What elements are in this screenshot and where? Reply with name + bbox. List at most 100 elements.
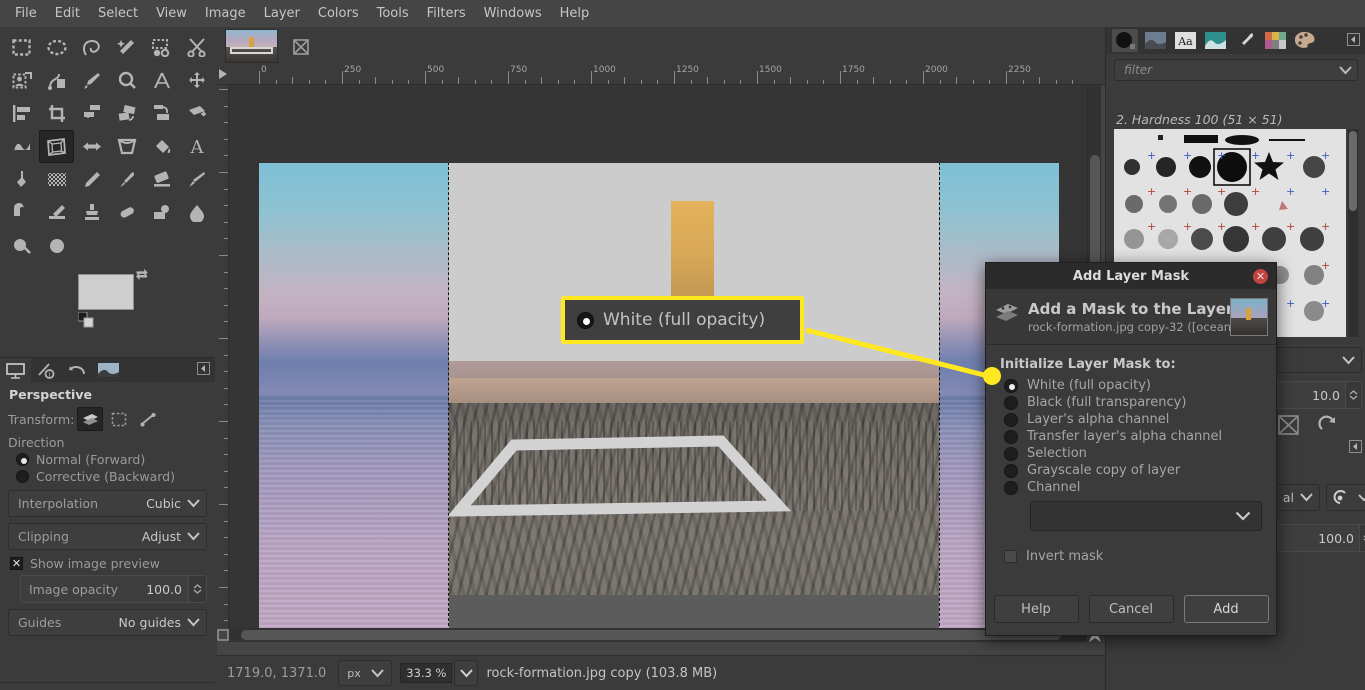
layer-opacity-spinner[interactable]: 100.0 [1266,524,1365,552]
brush-grid-scrollbar[interactable] [1348,129,1358,337]
radio-grayscale-copy[interactable] [1004,463,1018,478]
clipping-dropdown[interactable]: Clipping Adjust [8,523,207,550]
transform-3d-tool-icon[interactable] [179,97,214,130]
tab-images[interactable] [93,358,124,383]
stamp-tool-icon[interactable] [74,196,109,229]
menu-item-file[interactable]: File [6,2,46,25]
smudge-tool-icon[interactable] [39,196,74,229]
radio-selection[interactable] [1004,446,1018,461]
tab-undo-history[interactable] [62,358,93,383]
airbrush-tool-icon[interactable] [179,163,214,196]
zoom-tool-icon[interactable] [109,64,144,97]
help-button[interactable]: Help [993,595,1079,623]
tab-palettes[interactable] [1262,29,1288,52]
zoom-dropdown-button[interactable] [454,660,479,686]
foreground-select-tool-icon[interactable] [4,64,39,97]
transform-path-button[interactable] [135,407,161,431]
collapse-layers-dock-icon[interactable] [1349,440,1362,456]
image-opacity-stepper[interactable] [188,576,206,602]
menu-item-windows[interactable]: Windows [475,2,551,25]
mask-option-grayscale[interactable]: Grayscale copy of layer [1004,463,1262,478]
zoom-value-field[interactable]: 33.3 % [400,663,453,683]
shear-tool-icon[interactable] [144,97,179,130]
heal-tool-icon[interactable] [109,196,144,229]
add-layer-mask-dialog[interactable]: Add Layer Mask ✕ Add a Mask to the Layer… [985,262,1277,636]
cancel-button[interactable]: Cancel [1088,595,1174,623]
unit-dropdown[interactable]: px [338,660,393,686]
scale-tool-icon[interactable] [109,97,144,130]
layer-blend-space-dropdown[interactable] [1326,484,1365,511]
ellipse-select-tool-icon[interactable] [39,31,74,64]
image-opacity-spinner[interactable]: Image opacity 100.0 [20,575,207,603]
direction-normal-option[interactable]: Normal (Forward) [16,452,207,467]
tab-fonts[interactable]: Aa [1172,29,1198,52]
radio-channel[interactable] [1004,480,1018,495]
close-icon[interactable]: ✕ [1253,269,1268,284]
measure-tool-icon[interactable] [144,64,179,97]
rotate-tool-icon[interactable] [74,97,109,130]
transform-layer-button[interactable] [77,407,104,431]
tab-brushes[interactable] [1112,29,1138,52]
move-tool-icon[interactable] [179,64,214,97]
brush-secondary-dropdown[interactable] [1266,347,1362,373]
menu-item-select[interactable]: Select [89,2,147,25]
paths-tool-icon[interactable] [39,64,74,97]
fuzzy-select-tool-icon[interactable] [109,31,144,64]
radio-normal-forward[interactable] [16,453,29,466]
brush-spacing-spinner[interactable]: 10.0 [1266,381,1362,409]
transform-selection-button[interactable] [106,407,132,431]
menu-item-help[interactable]: Help [551,2,599,25]
channel-select-dropdown[interactable] [1030,501,1262,531]
paintbrush-tool-icon[interactable] [109,163,144,196]
ink-tool-icon[interactable] [4,163,39,196]
invert-mask-checkbox[interactable] [1004,550,1017,563]
radio-black-full-transparency[interactable] [1004,395,1018,410]
layer-opacity-stepper[interactable] [1359,525,1365,551]
direction-corrective-option[interactable]: Corrective (Backward) [16,469,207,484]
foreground-color-swatch[interactable] [78,274,134,310]
radio-corrective-backward[interactable] [16,470,29,483]
refresh-brushes-icon[interactable] [1318,415,1339,438]
perspective-tool-icon[interactable] [39,130,74,163]
quick-mask-toggle[interactable] [217,628,229,642]
tab-color[interactable] [1292,29,1318,52]
horizontal-ruler[interactable]: 0 250 500 750 1000 1250 1500 1750 2000 2250 [217,65,1105,85]
pencil-tool-icon[interactable] [74,163,109,196]
menu-item-view[interactable]: View [147,2,196,25]
document-tab-thumbnail[interactable] [225,29,278,63]
dialog-titlebar[interactable]: Add Layer Mask ✕ [986,263,1276,289]
collapse-right-dock-icon[interactable] [1347,32,1360,49]
radio-white-full-opacity[interactable] [1004,378,1018,393]
edit-brush-icon[interactable] [1278,415,1299,438]
color-picker-tool-icon[interactable] [74,64,109,97]
tab-device-status[interactable]: i [31,358,62,383]
brush-scrollbar-thumb[interactable] [1349,131,1357,211]
tab-patterns[interactable] [1142,29,1168,52]
show-image-preview-row[interactable]: ✕ Show image preview [10,556,207,571]
mask-option-transfer-alpha[interactable]: Transfer layer's alpha channel [1004,429,1262,444]
text-tool-icon[interactable]: A [179,130,214,163]
flip-tool-icon[interactable] [74,130,109,163]
add-button[interactable]: Add [1183,595,1269,623]
mask-option-black[interactable]: Black (full transparency) [1004,395,1262,410]
eraser-tool-icon[interactable] [144,163,179,196]
invert-mask-row[interactable]: Invert mask [1004,549,1262,564]
cage-transform-tool-icon[interactable] [109,130,144,163]
mask-option-selection[interactable]: Selection [1004,446,1262,461]
ruler-origin-icon[interactable] [217,67,229,84]
menu-item-layer[interactable]: Layer [255,2,309,25]
canvas-horizontal-scrollbar[interactable] [229,628,1087,642]
menu-item-tools[interactable]: Tools [368,2,418,25]
crop-tool-icon[interactable] [39,97,74,130]
mypaint-brush-tool-icon[interactable] [4,229,39,262]
free-select-tool-icon[interactable] [74,31,109,64]
menu-item-filters[interactable]: Filters [418,2,475,25]
canvas-viewport[interactable] [229,85,1087,628]
mask-option-channel[interactable]: Channel [1004,480,1262,495]
tab-tool-options[interactable] [0,357,31,383]
menu-item-colors[interactable]: Colors [309,2,368,25]
interpolation-dropdown[interactable]: Interpolation Cubic [8,490,207,517]
mask-option-alpha[interactable]: Layer's alpha channel [1004,412,1262,427]
tab-gradients[interactable] [1202,29,1228,52]
gradient-tool-icon[interactable] [39,163,74,196]
